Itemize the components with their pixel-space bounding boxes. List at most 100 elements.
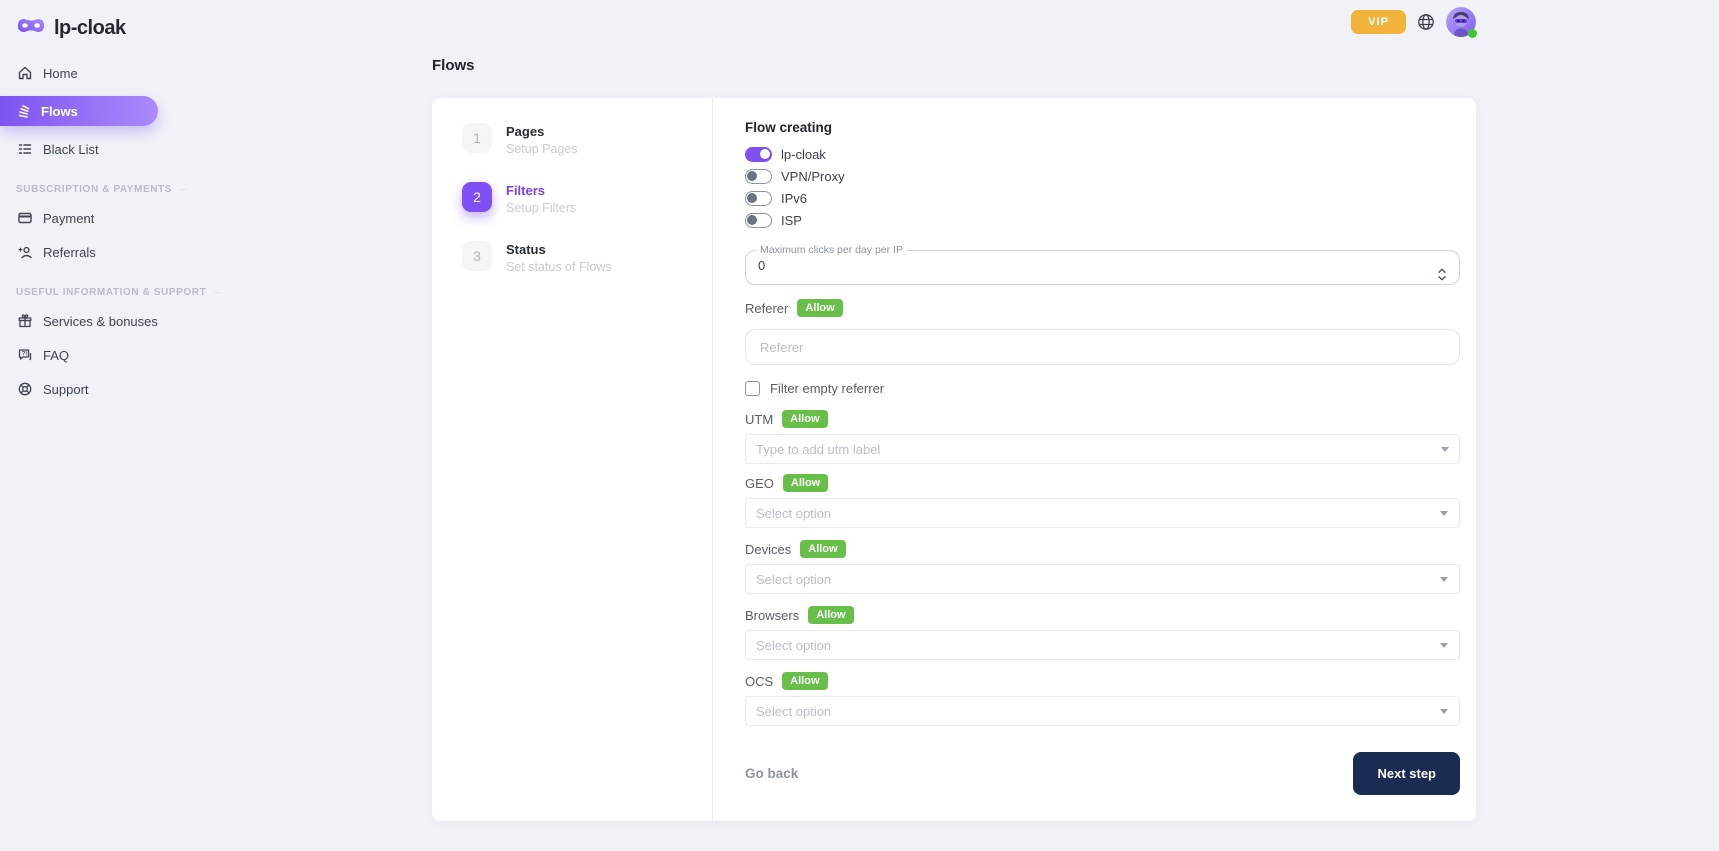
- browsers-allow-badge[interactable]: Allow: [808, 606, 853, 624]
- sidebar-section-support: USEFUL INFORMATION & SUPPORT: [16, 287, 161, 298]
- topbar: VIP: [1351, 7, 1476, 37]
- referer-label: Referer: [745, 301, 788, 316]
- ocs-label: OCS: [745, 674, 773, 689]
- devices-select[interactable]: Select option: [745, 564, 1460, 594]
- step-subtitle: Setup Filters: [506, 201, 576, 215]
- step-subtitle: Set status of Flows: [506, 260, 612, 274]
- next-step-button[interactable]: Next step: [1353, 752, 1460, 795]
- utm-allow-badge[interactable]: Allow: [782, 410, 827, 428]
- step-pages[interactable]: 1 Pages Setup Pages: [462, 123, 712, 156]
- devices-label-row: Devices Allow: [745, 540, 1460, 558]
- user-avatar[interactable]: [1446, 7, 1476, 37]
- max-clicks-input[interactable]: [758, 258, 1413, 273]
- number-stepper-icon[interactable]: [1437, 267, 1447, 282]
- step-status[interactable]: 3 Status Set status of Flows: [462, 241, 712, 274]
- list-icon: [16, 141, 33, 158]
- geo-allow-badge[interactable]: Allow: [783, 474, 828, 492]
- toggle-lp-cloak[interactable]: lp-cloak: [745, 147, 1460, 162]
- devices-allow-badge[interactable]: Allow: [800, 540, 845, 558]
- mask-logo-icon: [16, 16, 46, 40]
- ocs-allow-badge[interactable]: Allow: [782, 672, 827, 690]
- toggle-ipv6[interactable]: IPv6: [745, 191, 1460, 206]
- chevron-down-icon: [1440, 577, 1448, 586]
- referer-allow-badge[interactable]: Allow: [797, 299, 842, 317]
- filter-empty-referrer-checkbox[interactable]: [745, 381, 760, 396]
- sidebar-item-support[interactable]: Support: [0, 374, 175, 404]
- sidebar-item-payment[interactable]: Payment: [0, 203, 175, 233]
- form-actions: Go back Next step: [745, 752, 1460, 795]
- sidebar-item-flows[interactable]: Flows: [0, 96, 158, 126]
- gift-icon: [16, 313, 33, 330]
- ocs-label-row: OCS Allow: [745, 672, 1460, 690]
- sidebar-item-label: Support: [43, 382, 89, 397]
- flow-creating-form: Flow creating lp-cloak VPN/Proxy IPv6 IS…: [713, 98, 1476, 821]
- sidebar: lp-cloak Home Flows: [0, 0, 175, 851]
- step-subtitle: Setup Pages: [506, 142, 578, 156]
- sidebar-item-label: Black List: [43, 142, 99, 157]
- sidebar-item-home[interactable]: Home: [0, 58, 175, 88]
- support-icon: [16, 381, 33, 398]
- geo-label-row: GEO Allow: [745, 474, 1460, 492]
- sidebar-item-services[interactable]: Services & bonuses: [0, 306, 175, 336]
- sidebar-item-label: Referrals: [43, 245, 96, 260]
- max-clicks-label: Maximum clicks per day per IP: [756, 244, 907, 256]
- toggle-vpn-proxy[interactable]: VPN/Proxy: [745, 169, 1460, 184]
- form-title: Flow creating: [745, 120, 1460, 135]
- stepper: 1 Pages Setup Pages 2 Filters Setup Filt…: [432, 98, 713, 821]
- globe-icon[interactable]: [1417, 13, 1435, 31]
- page-title: Flows: [432, 57, 1476, 74]
- person-add-icon: [16, 244, 33, 261]
- toggle-isp[interactable]: ISP: [745, 213, 1460, 228]
- referer-label-row: Referer Allow: [745, 299, 1460, 317]
- credit-card-icon: [16, 210, 33, 227]
- sidebar-item-referrals[interactable]: Referrals: [0, 237, 175, 267]
- toggle-switch[interactable]: [745, 213, 772, 228]
- sidebar-item-black-list[interactable]: Black List: [0, 134, 175, 164]
- sidebar-item-label: Services & bonuses: [43, 314, 158, 329]
- max-clicks-field: Maximum clicks per day per IP: [745, 244, 1460, 285]
- home-icon: [16, 65, 33, 82]
- sidebar-section-subscription: SUBSCRIPTION & PAYMENTS: [16, 184, 161, 195]
- utm-input[interactable]: [745, 434, 1460, 464]
- utm-label-row: UTM Allow: [745, 410, 1460, 428]
- geo-label: GEO: [745, 476, 774, 491]
- sidebar-item-faq[interactable]: ?! FAQ: [0, 340, 175, 370]
- chevron-down-icon: [1440, 511, 1448, 520]
- faq-chat-icon: ?!: [16, 347, 33, 364]
- svg-text:?!: ?!: [21, 351, 27, 357]
- toggle-switch[interactable]: [745, 191, 772, 206]
- step-title: Status: [506, 241, 612, 257]
- utm-combo: [745, 434, 1460, 464]
- go-back-button[interactable]: Go back: [745, 766, 798, 781]
- sidebar-item-label: Payment: [43, 211, 94, 226]
- filter-empty-referrer-row[interactable]: Filter empty referrer: [745, 381, 1460, 396]
- chevron-down-icon: [1440, 643, 1448, 652]
- app-name: lp-cloak: [54, 17, 126, 40]
- devices-label: Devices: [745, 542, 791, 557]
- app-logo[interactable]: lp-cloak: [0, 0, 175, 44]
- step-number: 2: [462, 182, 492, 212]
- referer-input[interactable]: [745, 329, 1460, 365]
- sidebar-item-label: Home: [43, 66, 78, 81]
- vip-badge[interactable]: VIP: [1351, 10, 1406, 34]
- step-number: 1: [462, 123, 492, 153]
- geo-select[interactable]: Select option: [745, 498, 1460, 528]
- step-filters[interactable]: 2 Filters Setup Filters: [462, 182, 712, 215]
- flows-icon: [14, 103, 31, 120]
- chevron-down-icon[interactable]: [1441, 447, 1449, 456]
- online-status-dot: [1468, 29, 1477, 38]
- sidebar-item-label: FAQ: [43, 348, 69, 363]
- chevron-down-icon: [1440, 709, 1448, 718]
- ocs-select[interactable]: Select option: [745, 696, 1460, 726]
- step-title: Pages: [506, 123, 578, 139]
- main-content: Flows 1 Pages Setup Pages 2 Filters Setu…: [432, 57, 1476, 821]
- browsers-label-row: Browsers Allow: [745, 606, 1460, 624]
- toggle-switch[interactable]: [745, 169, 772, 184]
- step-number: 3: [462, 241, 492, 271]
- sidebar-item-label: Flows: [41, 104, 78, 119]
- flow-card: 1 Pages Setup Pages 2 Filters Setup Filt…: [432, 98, 1476, 821]
- browsers-select[interactable]: Select option: [745, 630, 1460, 660]
- toggle-switch[interactable]: [745, 147, 772, 162]
- sidebar-nav: Home Flows Black List: [0, 58, 175, 404]
- browsers-label: Browsers: [745, 608, 799, 623]
